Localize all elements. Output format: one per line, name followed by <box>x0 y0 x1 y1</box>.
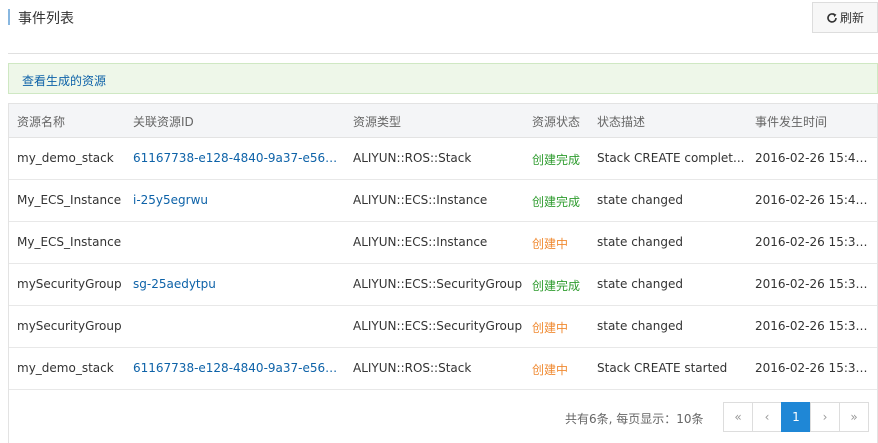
table-header: 资源名称 关联资源ID 资源类型 资源状态 状态描述 事件发生时间 <box>9 104 877 138</box>
cell-description: state changed <box>597 319 683 333</box>
cell-name: my_demo_stack <box>17 151 114 165</box>
cell-name: mySecurityGroup <box>17 319 122 333</box>
column-header-status: 资源状态 <box>532 115 581 129</box>
table-row: My_ECS_Instance ALIYUN::ECS::Instance 创建… <box>9 222 877 264</box>
title-accent-bar <box>8 9 10 25</box>
page-1-button[interactable]: 1 <box>781 402 811 432</box>
prev-page-button[interactable]: ‹ <box>752 402 782 432</box>
cell-name: mySecurityGroup <box>17 277 122 291</box>
cell-status: 创建中 <box>532 363 569 377</box>
first-page-button[interactable]: « <box>723 402 753 432</box>
table-footer: 共有6条, 每页显示：10条 « ‹ 1 › » <box>9 390 877 443</box>
cell-status: 创建完成 <box>532 195 581 209</box>
refresh-icon <box>826 12 838 24</box>
cell-time: 2016-02-26 15:38:04 <box>755 319 875 333</box>
view-resources-link[interactable]: 查看生成的资源 <box>22 72 106 89</box>
cell-description: Stack CREATE started <box>597 361 728 375</box>
cell-resource-id-link[interactable]: sg-25aedytpu <box>133 277 343 291</box>
next-page-button[interactable]: › <box>810 402 840 432</box>
cell-status: 创建中 <box>532 237 569 251</box>
refresh-label: 刷新 <box>839 11 864 25</box>
cell-type: ALIYUN::ECS::SecurityGroup <box>353 319 523 333</box>
table-row: my_demo_stack 61167738-e128-4840-9a37-e5… <box>9 348 877 390</box>
cell-time: 2016-02-26 15:40:01 <box>755 193 875 207</box>
cell-time: 2016-02-26 15:38:04 <box>755 277 875 291</box>
cell-status: 创建完成 <box>532 153 581 167</box>
cell-resource-id-link[interactable]: i-25y5egrwu <box>133 193 343 207</box>
cell-time: 2016-02-26 15:38:04 <box>755 235 875 249</box>
cell-resource-id-link[interactable]: 61167738-e128-4840-9a37-e568f7... <box>133 361 343 375</box>
cell-description: state changed <box>597 235 683 249</box>
cell-description: Stack CREATE complet... <box>597 151 745 165</box>
cell-description: state changed <box>597 277 683 291</box>
table-row: my_demo_stack 61167738-e128-4840-9a37-e5… <box>9 138 877 180</box>
cell-time: 2016-02-26 15:40:01 <box>755 151 875 165</box>
column-header-name: 资源名称 <box>17 115 66 129</box>
refresh-button[interactable]: 刷新 <box>812 2 878 33</box>
column-header-description: 状态描述 <box>597 115 646 129</box>
cell-type: ALIYUN::ECS::Instance <box>353 193 488 207</box>
pagination-summary: 共有6条, 每页显示：10条 <box>565 412 704 426</box>
cell-status: 创建完成 <box>532 279 581 293</box>
cell-type: ALIYUN::ECS::Instance <box>353 235 488 249</box>
header-divider <box>8 53 878 54</box>
page-header: 事件列表 刷新 <box>8 0 878 36</box>
cell-name: My_ECS_Instance <box>17 235 122 249</box>
cell-status: 创建中 <box>532 321 569 335</box>
table-row: My_ECS_Instance i-25y5egrwu ALIYUN::ECS:… <box>9 180 877 222</box>
cell-name: My_ECS_Instance <box>17 193 122 207</box>
column-header-type: 资源类型 <box>353 115 402 129</box>
table-row: mySecurityGroup sg-25aedytpu ALIYUN::ECS… <box>9 264 877 306</box>
column-header-resource-id: 关联资源ID <box>133 115 194 129</box>
notice-banner: 查看生成的资源 <box>8 63 878 94</box>
column-header-time: 事件发生时间 <box>755 115 828 129</box>
events-table: 资源名称 关联资源ID 资源类型 资源状态 状态描述 事件发生时间 my_dem… <box>8 103 878 443</box>
page-title: 事件列表 <box>18 11 74 27</box>
cell-description: state changed <box>597 193 683 207</box>
pagination: « ‹ 1 › » <box>723 402 869 432</box>
last-page-button[interactable]: » <box>839 402 869 432</box>
cell-type: ALIYUN::ROS::Stack <box>353 361 472 375</box>
cell-time: 2016-02-26 15:38:04 <box>755 361 875 375</box>
table-row: mySecurityGroup ALIYUN::ECS::SecurityGro… <box>9 306 877 348</box>
cell-name: my_demo_stack <box>17 361 114 375</box>
cell-resource-id-link[interactable]: 61167738-e128-4840-9a37-e568f7... <box>133 151 343 165</box>
cell-type: ALIYUN::ECS::SecurityGroup <box>353 277 523 291</box>
cell-type: ALIYUN::ROS::Stack <box>353 151 472 165</box>
